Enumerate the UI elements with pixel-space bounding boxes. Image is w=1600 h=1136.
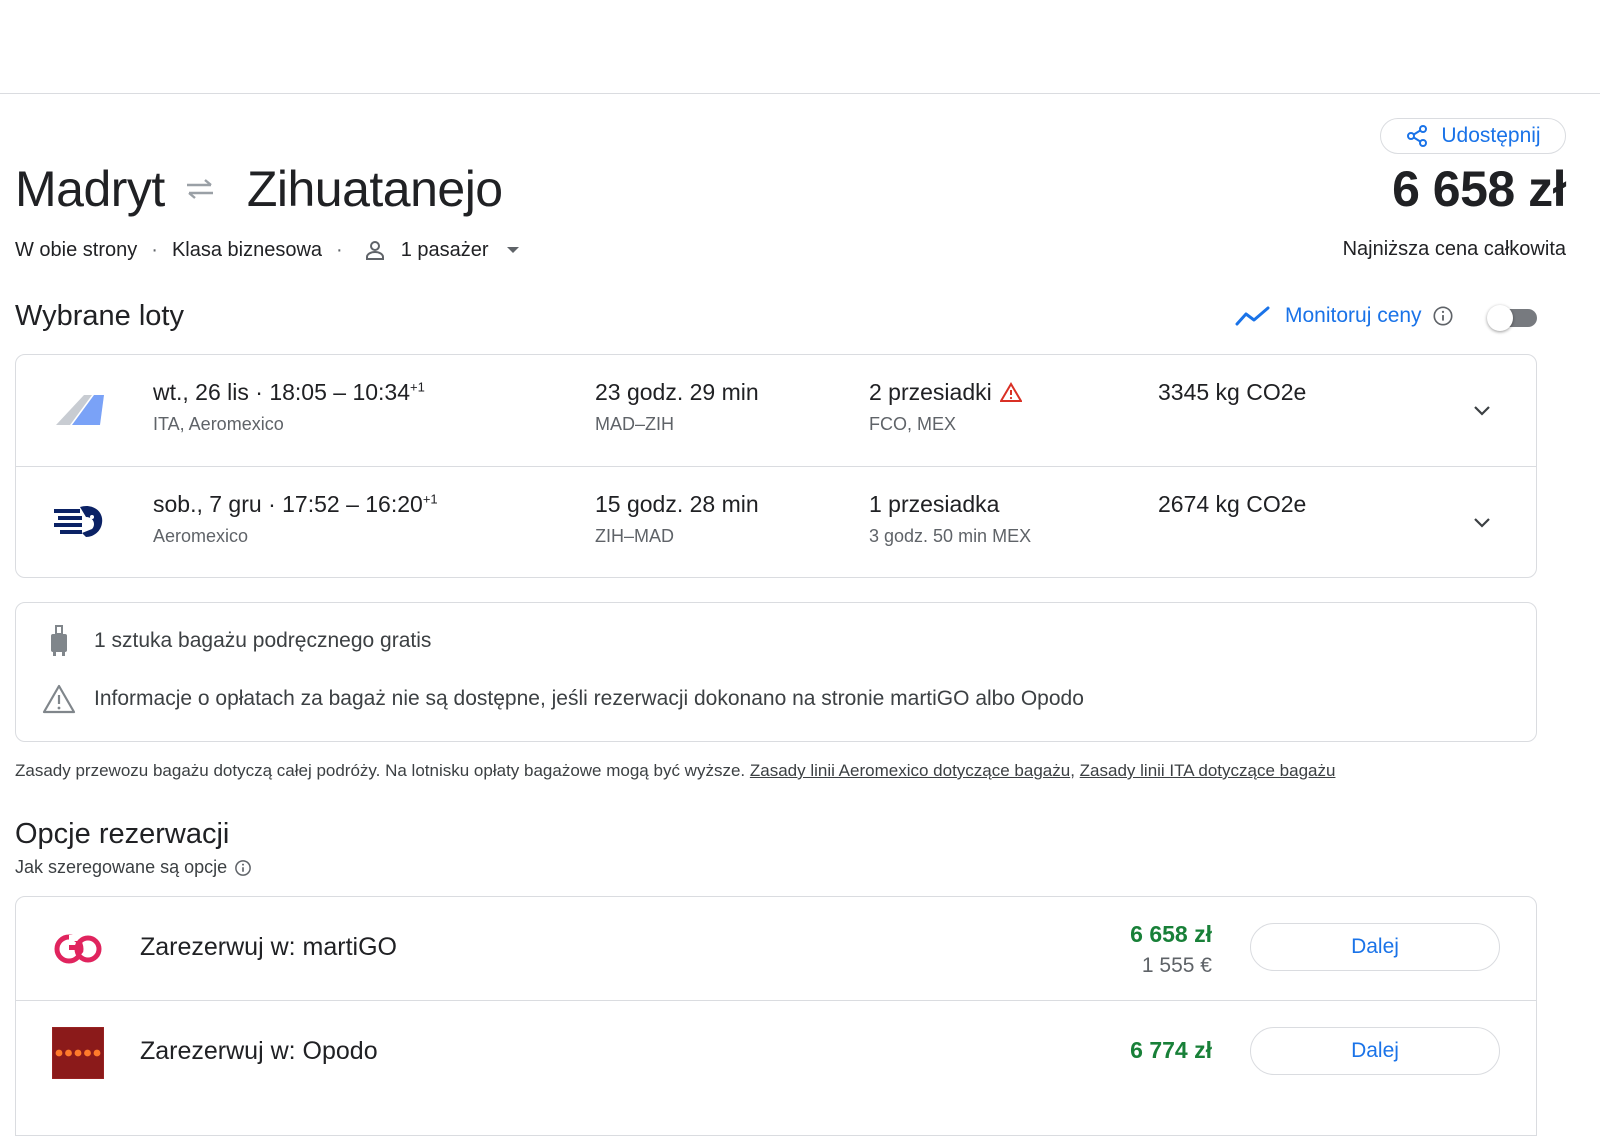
booking-options-card: Zarezerwuj w: martiGO 6 658 zł 1 555 € D…	[15, 896, 1537, 1136]
carry-on-text: 1 sztuka bagażu podręcznego gratis	[94, 629, 432, 652]
link-separator: ,	[1070, 761, 1075, 780]
booking-provider-label: Zarezerwuj w: martiGO	[140, 933, 397, 961]
person-icon	[365, 241, 384, 260]
booking-option-row[interactable]: Zarezerwuj w: Opodo 6 774 zł Dalej	[16, 1000, 1536, 1103]
flight-row-outbound[interactable]: wt., 26 lis · 18:05 – 10:34+1 ITA, Aerom…	[16, 355, 1536, 466]
flight-duration-block: 23 godz. 29 min MAD–ZIH	[595, 379, 759, 435]
page-title: Madryt Zihuatanejo	[15, 160, 503, 218]
share-label: Udostępnij	[1441, 124, 1541, 147]
cabin-class: Klasa biznesowa	[171, 238, 323, 261]
flight-route: MAD–ZIH	[595, 414, 675, 434]
flight-airlines: Aeromexico	[153, 526, 249, 546]
destination-city: Zihuatanejo	[246, 161, 503, 217]
booking-price-eur: 1 555 €	[1141, 954, 1212, 977]
baggage-policy: Zasady przewozu bagażu dotyczą całej pod…	[15, 761, 1335, 781]
top-bar	[0, 0, 1600, 94]
total-price: 6 658 zł	[1392, 161, 1566, 217]
toggle-thumb	[1487, 305, 1513, 331]
flight-emissions: 3345 kg CO2e	[1158, 379, 1307, 405]
baggage-policy-text: Zasady przewozu bagażu dotyczą całej pod…	[15, 761, 746, 780]
track-prices-label: Monitoruj ceny	[1285, 304, 1422, 327]
flight-stops-block: 1 przesiadka 3 godz. 50 min MEX	[869, 491, 1031, 547]
booking-option-row[interactable]: Zarezerwuj w: martiGO 6 658 zł 1 555 € D…	[16, 897, 1536, 1000]
day-offset: +1	[410, 379, 425, 395]
track-prices-toggle[interactable]	[1487, 305, 1539, 331]
price-caption: Najniższa cena całkowita	[1342, 238, 1566, 260]
flight-emissions-block: 2674 kg CO2e	[1158, 491, 1306, 518]
flight-route: ZIH–MAD	[595, 526, 675, 546]
flight-duration: 23 godz. 29 min	[595, 379, 759, 405]
selected-flights-card: wt., 26 lis · 18:05 – 10:34+1 ITA, Aerom…	[15, 354, 1537, 578]
flight-airlines: ITA, Aeromexico	[153, 414, 284, 434]
continue-button[interactable]: Dalej	[1250, 923, 1500, 971]
info-icon	[235, 859, 251, 876]
flight-stops: 1 przesiadka	[869, 491, 1000, 517]
origin-city: Madryt	[15, 161, 165, 217]
track-prices-control[interactable]: Monitoruj ceny	[1235, 304, 1454, 328]
flight-row-return[interactable]: sob., 7 gru · 17:52 – 16:20+1 Aeromexico…	[16, 466, 1536, 577]
flight-stops-detail: 3 godz. 50 min MEX	[869, 526, 1032, 546]
share-button[interactable]: Udostępnij	[1380, 118, 1566, 154]
selected-flights-title: Wybrane loty	[15, 300, 184, 332]
flight-times: sob., 7 gru · 17:52 – 16:20+1 Aeromexico	[153, 491, 438, 547]
trend-line-icon	[1235, 306, 1270, 326]
flight-stops-detail: FCO, MEX	[869, 414, 957, 434]
flight-emissions: 2674 kg CO2e	[1158, 491, 1307, 517]
flight-stops-block: 2 przesiadki FCO, MEX	[869, 379, 1022, 435]
flight-date: sob., 7 gru	[153, 491, 262, 517]
ita-airline-logo-icon	[56, 395, 104, 425]
flight-date: wt., 26 lis	[153, 379, 249, 405]
day-offset: +1	[422, 491, 438, 507]
trip-type: W obie strony	[15, 238, 138, 261]
sort-info-label: Jak szeregowane są opcje	[15, 857, 228, 877]
booking-price-pln: 6 658 zł	[1130, 921, 1212, 947]
chevron-down-icon[interactable]	[1470, 399, 1494, 423]
opodo-logo-icon	[52, 1027, 104, 1079]
passenger-selector[interactable]: 1 pasażer	[357, 238, 519, 262]
round-trip-arrows-icon	[186, 179, 213, 199]
flight-emissions-block: 3345 kg CO2e	[1158, 379, 1306, 406]
chevron-down-icon[interactable]	[1470, 511, 1494, 535]
separator-dot: ·	[151, 238, 158, 261]
passenger-count: 1 pasażer	[400, 238, 489, 261]
sort-info[interactable]: Jak szeregowane są opcje	[15, 857, 252, 878]
flight-duration-block: 15 godz. 28 min ZIH–MAD	[595, 491, 759, 547]
flight-stops: 2 przesiadki	[869, 379, 992, 405]
aeromexico-logo-icon	[54, 505, 103, 537]
separator-dot: ·	[248, 379, 270, 405]
martigo-logo-icon	[54, 934, 102, 964]
flight-times: wt., 26 lis · 18:05 – 10:34+1 ITA, Aerom…	[153, 379, 425, 435]
aeromexico-baggage-link[interactable]: Zasady linii Aeromexico dotyczące bagażu	[750, 761, 1070, 780]
flight-time-range: 17:52 – 16:20	[282, 491, 423, 517]
fee-warning-text: Informacje o opłatach za bagaż nie są do…	[94, 687, 1084, 710]
separator-dot: ·	[336, 238, 343, 261]
flight-time-range: 18:05 – 10:34	[269, 379, 411, 405]
warning-icon	[999, 382, 1022, 402]
booking-price-pln: 6 774 zł	[1130, 1037, 1212, 1063]
fee-warning-row: Informacje o opłatach za bagaż nie są do…	[42, 683, 1084, 715]
share-icon	[1407, 125, 1428, 147]
carry-on-row: 1 sztuka bagażu podręcznego gratis	[42, 625, 431, 657]
carry-on-bag-icon	[51, 625, 67, 656]
baggage-info-card: 1 sztuka bagażu podręcznego gratis Infor…	[15, 602, 1537, 742]
flight-duration: 15 godz. 28 min	[595, 491, 759, 517]
separator-dot: ·	[261, 491, 283, 517]
booking-price: 6 658 zł 1 555 €	[1130, 921, 1212, 978]
dropdown-caret-icon	[506, 247, 519, 253]
ita-baggage-link[interactable]: Zasady linii ITA dotyczące bagażu	[1080, 761, 1336, 780]
trip-options: W obie strony · Klasa biznesowa · 1 pasa…	[15, 238, 519, 262]
booking-options-title: Opcje rezerwacji	[15, 818, 230, 850]
continue-button[interactable]: Dalej	[1250, 1027, 1500, 1075]
booking-provider-label: Zarezerwuj w: Opodo	[140, 1037, 378, 1065]
info-icon[interactable]	[1432, 305, 1454, 327]
warning-icon	[42, 684, 76, 714]
booking-price: 6 774 zł	[1130, 1037, 1212, 1064]
